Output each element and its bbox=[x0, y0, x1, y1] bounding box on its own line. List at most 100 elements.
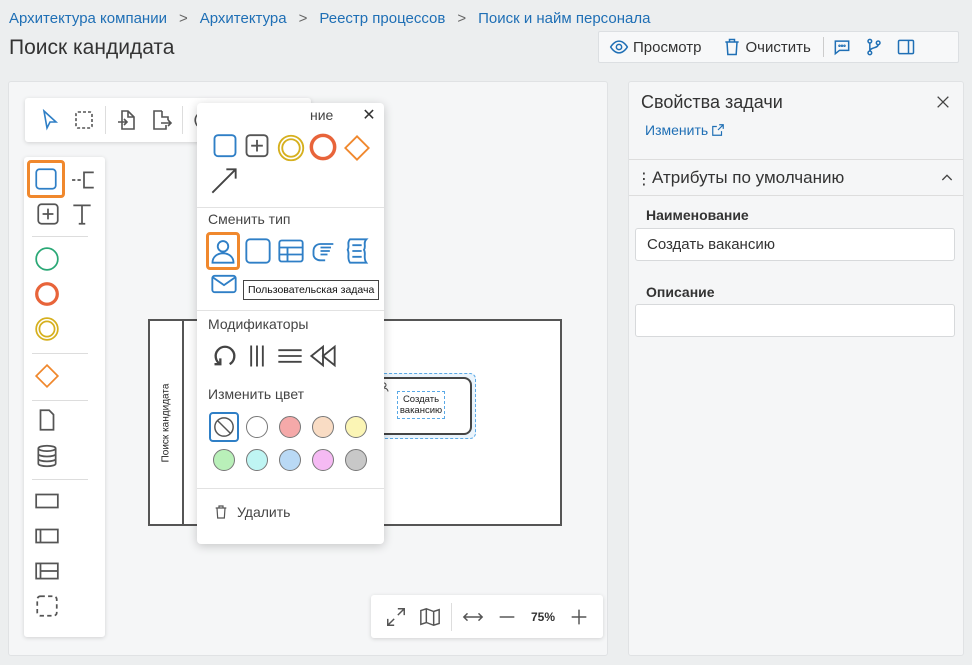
breadcrumb-item[interactable]: Реестр процессов bbox=[319, 10, 445, 27]
palette-intermediate-event[interactable] bbox=[33, 315, 61, 343]
description-field[interactable] bbox=[635, 304, 955, 337]
top-toolbar: Просмотр Очистить bbox=[598, 31, 959, 63]
end-event-icon bbox=[35, 282, 59, 306]
drag-handle-icon[interactable]: ⋮ bbox=[636, 169, 652, 189]
palette-task[interactable] bbox=[27, 160, 65, 198]
default-attributes-section[interactable]: ⋮ Атрибуты по умолчанию bbox=[629, 159, 963, 196]
modifiers-title: Модификаторы bbox=[208, 316, 309, 332]
sequential-icon bbox=[278, 349, 302, 363]
breadcrumb-separator: > bbox=[178, 10, 188, 27]
palette-start-event[interactable] bbox=[33, 245, 61, 273]
zoom-bar: 75% bbox=[371, 595, 603, 638]
edit-link[interactable]: Изменить bbox=[645, 122, 725, 138]
type-business-rule-task-button[interactable] bbox=[276, 236, 306, 266]
change-type-title: Сменить тип bbox=[208, 211, 291, 227]
properties-panel: Свойства задачи Изменить ⋮ Атрибуты по у… bbox=[628, 81, 964, 656]
parallel-modifier-button[interactable] bbox=[242, 341, 272, 371]
type-send-task-button[interactable] bbox=[209, 269, 239, 299]
breadcrumb-item[interactable]: Архитектура bbox=[200, 10, 287, 27]
color-swatch[interactable] bbox=[279, 449, 301, 471]
breadcrumb-item[interactable]: Архитектура компании bbox=[9, 10, 167, 27]
palette-data-object[interactable] bbox=[33, 406, 61, 434]
branch-icon bbox=[867, 38, 881, 56]
compensation-modifier-button[interactable] bbox=[308, 341, 338, 371]
comments-button[interactable] bbox=[826, 32, 858, 62]
palette-group[interactable] bbox=[33, 592, 61, 620]
zoom-in-button[interactable] bbox=[562, 600, 596, 634]
annotation-icon bbox=[72, 171, 94, 189]
palette-annotation[interactable] bbox=[70, 166, 98, 194]
name-label: Наименование bbox=[646, 207, 749, 223]
close-icon[interactable]: ✕ bbox=[360, 105, 378, 124]
comment-icon bbox=[834, 40, 850, 56]
color-swatch[interactable] bbox=[345, 449, 367, 471]
chevron-up-icon[interactable] bbox=[939, 170, 955, 186]
no-color-button[interactable] bbox=[209, 412, 239, 442]
pointer-tool-button[interactable] bbox=[33, 103, 67, 137]
breadcrumb-item[interactable]: Поиск и найм персонала bbox=[478, 10, 650, 27]
append-intermediate-event-button[interactable] bbox=[276, 133, 306, 163]
script-icon bbox=[346, 238, 369, 264]
append-subprocess-button[interactable] bbox=[242, 133, 272, 163]
color-swatch[interactable] bbox=[312, 449, 334, 471]
type-script-task-button[interactable] bbox=[342, 236, 372, 266]
fit-width-button[interactable] bbox=[456, 600, 490, 634]
popup-divider bbox=[197, 310, 384, 311]
color-swatch[interactable] bbox=[213, 449, 235, 471]
lasso-tool-button[interactable] bbox=[67, 103, 101, 137]
color-swatch[interactable] bbox=[312, 416, 334, 438]
panel-title: Свойства задачи bbox=[641, 92, 783, 112]
export-button[interactable] bbox=[144, 103, 178, 137]
hand-icon bbox=[312, 243, 334, 262]
task-shape-icon bbox=[213, 134, 237, 158]
cursor-icon bbox=[42, 108, 59, 131]
subprocess-icon bbox=[37, 203, 59, 225]
parallel-icon bbox=[250, 345, 264, 367]
color-swatch[interactable] bbox=[246, 449, 268, 471]
color-swatch-white[interactable] bbox=[246, 416, 268, 438]
clear-button[interactable]: Очистить bbox=[712, 32, 821, 62]
sequential-modifier-button[interactable] bbox=[275, 341, 305, 371]
palette-end-event[interactable] bbox=[33, 280, 61, 308]
palette-text[interactable] bbox=[68, 200, 96, 228]
close-icon[interactable] bbox=[935, 94, 951, 110]
edit-link-label: Изменить bbox=[645, 122, 709, 138]
palette-gateway[interactable] bbox=[33, 362, 61, 390]
palette-divider bbox=[32, 400, 88, 401]
minimap-button[interactable] bbox=[413, 600, 447, 634]
append-gateway-button[interactable] bbox=[342, 133, 372, 163]
loop-icon bbox=[214, 345, 236, 366]
type-task-button[interactable] bbox=[243, 236, 273, 266]
description-label: Описание bbox=[646, 284, 715, 300]
color-swatch[interactable] bbox=[345, 416, 367, 438]
text-icon bbox=[73, 204, 91, 225]
connect-button[interactable] bbox=[209, 166, 239, 196]
fullscreen-button[interactable] bbox=[379, 600, 413, 634]
pool-header[interactable]: Поиск кандидата bbox=[150, 321, 184, 524]
color-swatch[interactable] bbox=[279, 416, 301, 438]
type-manual-task-button[interactable] bbox=[309, 236, 339, 266]
arrow-icon bbox=[211, 168, 237, 194]
loop-modifier-button[interactable] bbox=[210, 341, 240, 371]
delete-button[interactable]: Удалить bbox=[213, 504, 290, 520]
palette-lane[interactable] bbox=[33, 522, 61, 550]
branches-button[interactable] bbox=[858, 32, 890, 62]
palette-pool[interactable] bbox=[33, 487, 61, 515]
name-field[interactable]: Создать вакансию bbox=[635, 228, 955, 261]
type-user-task-button[interactable] bbox=[206, 232, 240, 270]
external-link-icon bbox=[712, 124, 724, 136]
append-end-event-button[interactable] bbox=[308, 132, 338, 162]
palette-lanes[interactable] bbox=[33, 557, 61, 585]
lanes-icon bbox=[35, 562, 59, 580]
export-icon bbox=[153, 110, 173, 130]
import-button[interactable] bbox=[110, 103, 144, 137]
palette-data-store[interactable] bbox=[33, 442, 61, 470]
preview-button[interactable]: Просмотр bbox=[599, 32, 712, 62]
trash-icon bbox=[724, 38, 739, 56]
palette-subprocess[interactable] bbox=[34, 200, 62, 228]
append-task-button[interactable] bbox=[210, 133, 240, 163]
zoom-out-button[interactable] bbox=[490, 600, 524, 634]
side-panel-button[interactable] bbox=[890, 32, 922, 62]
trash-icon bbox=[215, 505, 227, 519]
task-label[interactable]: Создать вакансию bbox=[397, 391, 445, 419]
